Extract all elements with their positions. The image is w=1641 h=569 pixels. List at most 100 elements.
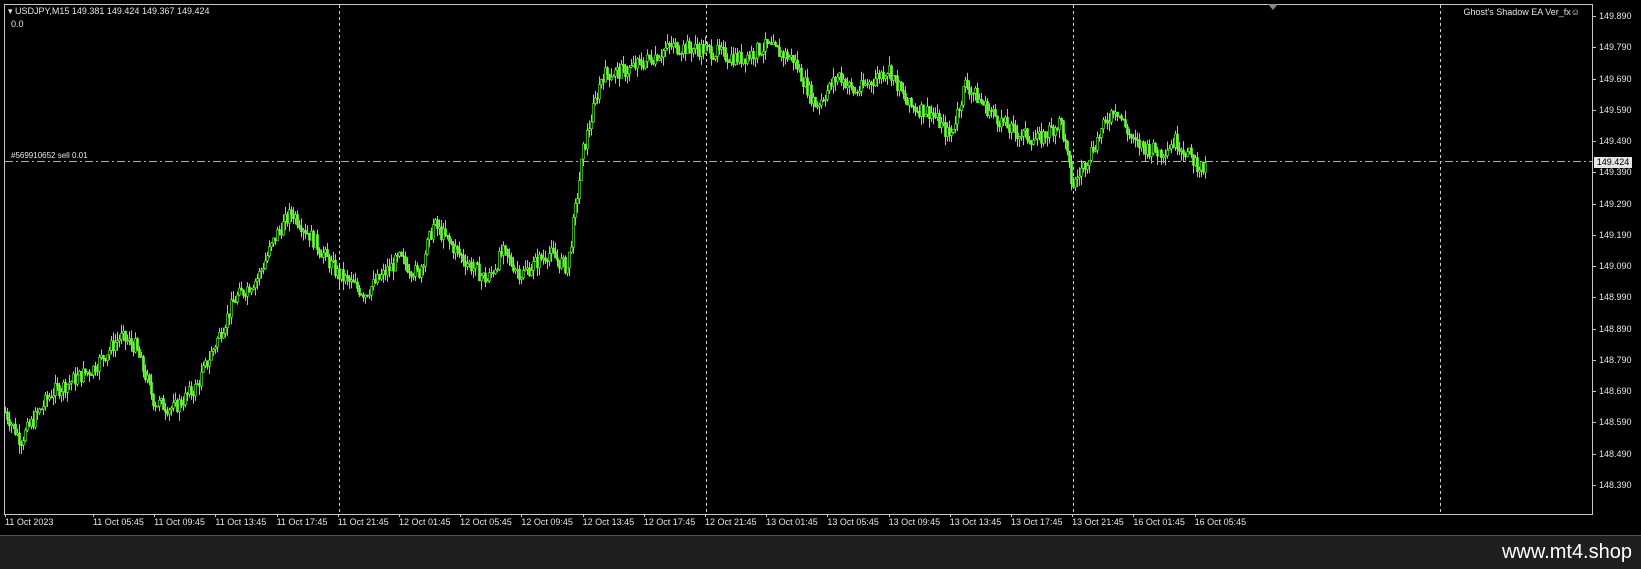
candle-body xyxy=(210,351,213,361)
order-line-label[interactable]: #569910652 sell 0.01 xyxy=(11,151,88,160)
candle-body xyxy=(164,409,167,413)
candle-body xyxy=(80,370,83,383)
candle-body xyxy=(60,391,63,397)
price-scale[interactable]: 149.890 149.790 149.690 149.590 149.490 149.3… xyxy=(1593,4,1641,515)
candle-body xyxy=(12,423,15,426)
price-tick-label: 149.190 xyxy=(1593,230,1641,240)
candle-body xyxy=(1192,154,1195,166)
candle-body xyxy=(626,73,629,78)
candle-body xyxy=(506,248,509,256)
candle-body xyxy=(530,270,533,276)
candle-body xyxy=(148,374,151,383)
candle-body xyxy=(96,370,99,373)
candle-body xyxy=(188,386,191,395)
candle-body xyxy=(198,383,201,387)
candle-body xyxy=(228,313,231,318)
time-tick-label: 11 Oct 21:45 xyxy=(337,514,389,527)
time-tick-label: 16 Oct 05:45 xyxy=(1194,514,1247,527)
candle-body xyxy=(800,67,803,82)
candle-body xyxy=(1136,139,1139,141)
candlestick-chart[interactable] xyxy=(0,0,1641,535)
candle-body xyxy=(1170,144,1173,150)
candle-body xyxy=(318,249,321,255)
time-tick-label: 12 Oct 05:45 xyxy=(460,514,512,527)
candle-body xyxy=(92,365,95,376)
candle-body xyxy=(174,399,177,403)
candle-body xyxy=(234,301,237,304)
candle-body xyxy=(522,270,525,279)
candle-body xyxy=(182,404,185,407)
time-tick-label: 16 Oct 01:45 xyxy=(1133,514,1185,527)
candle-body xyxy=(82,368,85,383)
candle-body xyxy=(178,399,181,413)
candle-body xyxy=(1106,119,1109,124)
candle-body xyxy=(136,338,139,350)
candle-body xyxy=(142,356,145,372)
candle-body xyxy=(370,286,373,296)
candle-body xyxy=(108,350,111,356)
candle-body xyxy=(1022,130,1025,137)
candle-body xyxy=(358,288,361,296)
candle-body xyxy=(1024,128,1027,131)
candle-body xyxy=(236,294,239,303)
current-price-badge: 149.424 xyxy=(1594,156,1632,168)
candle-body xyxy=(1040,131,1043,144)
chart-window[interactable]: ▾ USDJPY,M15 149.381 149.424 149.367 149… xyxy=(0,0,1641,536)
candle-body xyxy=(952,129,955,133)
candle-body xyxy=(758,43,761,55)
candle-body xyxy=(1104,119,1107,122)
candle-body xyxy=(1132,137,1135,139)
candle-body xyxy=(658,57,661,61)
candle-body xyxy=(282,221,285,236)
candle-body xyxy=(962,86,965,106)
candle-body xyxy=(42,406,45,410)
candle-body xyxy=(322,252,325,258)
candle-body xyxy=(150,381,153,395)
candle-body xyxy=(560,258,563,269)
candle-body xyxy=(330,260,333,269)
candle-body xyxy=(1100,128,1103,138)
candle-body xyxy=(1200,161,1203,171)
candle-body xyxy=(1162,155,1165,158)
candle-body xyxy=(508,254,511,258)
candle-body xyxy=(346,275,349,279)
candle-body xyxy=(254,280,257,289)
candle-body xyxy=(410,272,413,277)
price-tick-label: 148.990 xyxy=(1593,292,1641,302)
candle-body xyxy=(586,129,589,150)
candle-body xyxy=(98,357,101,372)
candle-body xyxy=(950,131,953,136)
candle-body xyxy=(246,286,249,297)
candle-body xyxy=(226,313,229,328)
candle-body xyxy=(156,405,159,408)
candle-body xyxy=(152,394,155,406)
candle-body xyxy=(692,48,695,54)
candle-body xyxy=(1072,183,1075,188)
expert-advisor-label[interactable]: Ghost's Shadow EA Ver_fx☺ xyxy=(1400,7,1580,17)
candle-body xyxy=(1094,149,1097,152)
chart-shift-marker[interactable] xyxy=(1268,4,1278,10)
candle-body xyxy=(1068,150,1071,163)
candle-body xyxy=(134,338,137,353)
candle-body xyxy=(1088,159,1091,166)
candle-body xyxy=(566,267,569,274)
candle-body xyxy=(714,56,717,60)
candle-body xyxy=(836,76,839,83)
candle-body xyxy=(1160,149,1163,158)
candle-body xyxy=(590,121,593,129)
candle-body xyxy=(1172,144,1175,148)
candle-body xyxy=(196,383,199,385)
candle-body xyxy=(168,409,171,415)
candle-body xyxy=(218,332,221,339)
candle-body xyxy=(570,246,573,253)
candle-body xyxy=(994,109,997,117)
sub-value: 0.0 xyxy=(11,19,24,29)
candle-body xyxy=(110,340,113,351)
candle-body xyxy=(62,381,65,392)
candle-body xyxy=(240,287,243,291)
candle-body xyxy=(1078,175,1081,178)
candle-body xyxy=(628,66,631,75)
candle-body xyxy=(544,257,547,262)
candle-body xyxy=(1114,111,1117,115)
candle-body xyxy=(592,103,595,123)
